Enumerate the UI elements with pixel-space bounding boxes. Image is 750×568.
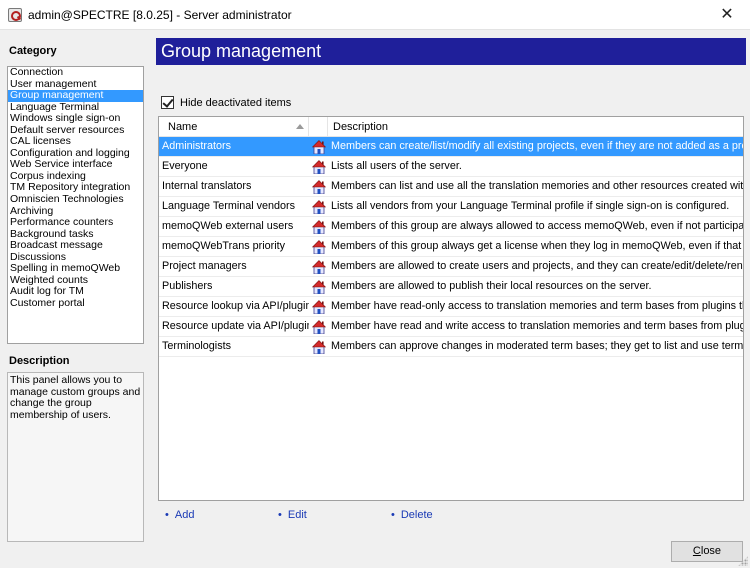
delete-link[interactable]: • Delete (391, 509, 433, 521)
group-description-cell: Member have read and write access to tra… (331, 320, 743, 332)
group-house-icon (311, 220, 327, 235)
group-description-cell: Members of this group are always allowed… (331, 220, 743, 232)
description-header: Description (9, 355, 70, 367)
table-row[interactable]: Language Terminal vendors Lists all vendo… (159, 197, 743, 217)
group-house-icon (311, 300, 327, 315)
table-row[interactable]: Everyone Lists all users of the server. (159, 157, 743, 177)
group-name-cell: Terminologists (162, 340, 232, 352)
group-house-icon (311, 280, 327, 295)
hide-deactivated-row[interactable]: Hide deactivated items (161, 96, 291, 109)
group-name-cell: memoQWebTrans priority (162, 240, 285, 252)
group-icon-cell (309, 157, 328, 177)
edit-link-label[interactable]: Edit (288, 509, 307, 521)
group-name-cell: memoQWeb external users (162, 220, 294, 232)
group-icon-cell (309, 237, 328, 257)
hide-deactivated-label[interactable]: Hide deactivated items (180, 97, 291, 109)
group-house-icon (311, 140, 327, 155)
group-house-icon (311, 180, 327, 195)
description-panel: This panel allows you to manage custom g… (7, 372, 144, 542)
category-item[interactable]: Omniscien Technologies (8, 193, 143, 206)
group-description-cell: Members of this group always get a licen… (331, 240, 743, 252)
column-header-description[interactable]: Description (328, 117, 743, 137)
table-row[interactable]: memoQWeb external users Members of this g… (159, 217, 743, 237)
close-button-mnemonic: C (692, 545, 701, 557)
table-row[interactable]: Project managers Members are allowed to c… (159, 257, 743, 277)
bullet-icon: • (165, 509, 169, 521)
group-icon-cell (309, 337, 328, 357)
table-row[interactable]: Resource update via API/plugins Member ha… (159, 317, 743, 337)
title-bar: admin@SPECTRE [8.0.25] - Server administ… (0, 0, 750, 30)
group-house-icon (311, 260, 327, 275)
table-row[interactable]: Resource lookup via API/plugins Member ha… (159, 297, 743, 317)
category-item[interactable]: Windows single sign-on (8, 113, 143, 125)
close-button[interactable]: Close (671, 541, 743, 562)
table-row[interactable]: Internal translators Members can list and… (159, 177, 743, 197)
group-name-cell: Everyone (162, 160, 208, 172)
delete-link-label[interactable]: Delete (401, 509, 433, 521)
group-icon-cell (309, 277, 328, 297)
group-description-cell: Lists all vendors from your Language Ter… (331, 200, 730, 212)
bullet-icon: • (391, 509, 395, 521)
group-icon-cell (309, 297, 328, 317)
group-name-cell: Administrators (162, 140, 231, 152)
group-name-cell: Publishers (162, 280, 213, 292)
group-name-cell: Project managers (162, 260, 247, 272)
group-house-icon (311, 320, 327, 335)
group-name-cell: Resource lookup via API/plugins (162, 300, 309, 312)
category-item[interactable]: Customer portal (8, 297, 143, 310)
column-header-icon[interactable] (309, 117, 328, 137)
window-close-button[interactable]: ✕ (704, 0, 750, 30)
group-description-cell: Members are allowed to publish their loc… (331, 280, 652, 292)
table-row[interactable]: Publishers Members are allowed to publish… (159, 277, 743, 297)
group-house-icon (311, 340, 327, 355)
table-row[interactable]: Terminologists Members can approve change… (159, 337, 743, 357)
add-link[interactable]: • Add (165, 509, 194, 521)
table-header: Name Description (159, 117, 743, 137)
table-row[interactable]: memoQWebTrans priority Members of this gr… (159, 237, 743, 257)
group-icon-cell (309, 197, 328, 217)
hide-deactivated-checkbox[interactable] (161, 96, 174, 109)
group-name-cell: Resource update via API/plugins (162, 320, 309, 332)
table-body: Administrators Members can create/list/mo… (159, 137, 743, 357)
group-icon-cell (309, 177, 328, 197)
group-icon-cell (309, 217, 328, 237)
window-title: admin@SPECTRE [8.0.25] - Server administ… (28, 8, 292, 22)
group-house-icon (311, 160, 327, 175)
group-description-cell: Members can create/list/modify all exist… (331, 140, 743, 152)
category-item[interactable]: Performance counters (8, 217, 143, 229)
bullet-icon: • (278, 509, 282, 521)
column-header-name-label: Name (168, 121, 198, 133)
table-row[interactable]: Administrators Members can create/list/mo… (159, 137, 743, 157)
group-icon-cell (309, 257, 328, 277)
group-name-cell: Internal translators (162, 180, 252, 192)
add-link-label[interactable]: Add (175, 509, 195, 521)
app-icon (8, 8, 22, 22)
category-list[interactable]: Connection User management Group managemen… (7, 66, 144, 344)
group-table[interactable]: Name Description Administrators Members c… (158, 116, 744, 501)
group-house-icon (311, 240, 327, 255)
category-item[interactable]: Group management (8, 90, 143, 102)
category-item[interactable]: Connection (8, 67, 143, 79)
column-header-name[interactable]: Name (159, 117, 309, 137)
group-description-cell: Members are allowed to create users and … (331, 260, 743, 272)
group-house-icon (311, 200, 327, 215)
edit-link[interactable]: • Edit (278, 509, 307, 521)
page-title: Group management (156, 38, 746, 65)
category-header: Category (9, 45, 57, 57)
group-name-cell: Language Terminal vendors (162, 200, 296, 212)
group-description-cell: Members can list and use all the transla… (331, 180, 743, 192)
group-description-cell: Member have read-only access to translat… (331, 300, 743, 312)
sort-ascending-icon (296, 124, 304, 129)
group-description-cell: Lists all users of the server. (331, 160, 462, 172)
group-description-cell: Members can approve changes in moderated… (331, 340, 743, 352)
group-icon-cell (309, 317, 328, 337)
close-button-label: lose (700, 545, 722, 557)
group-icon-cell (309, 137, 328, 157)
